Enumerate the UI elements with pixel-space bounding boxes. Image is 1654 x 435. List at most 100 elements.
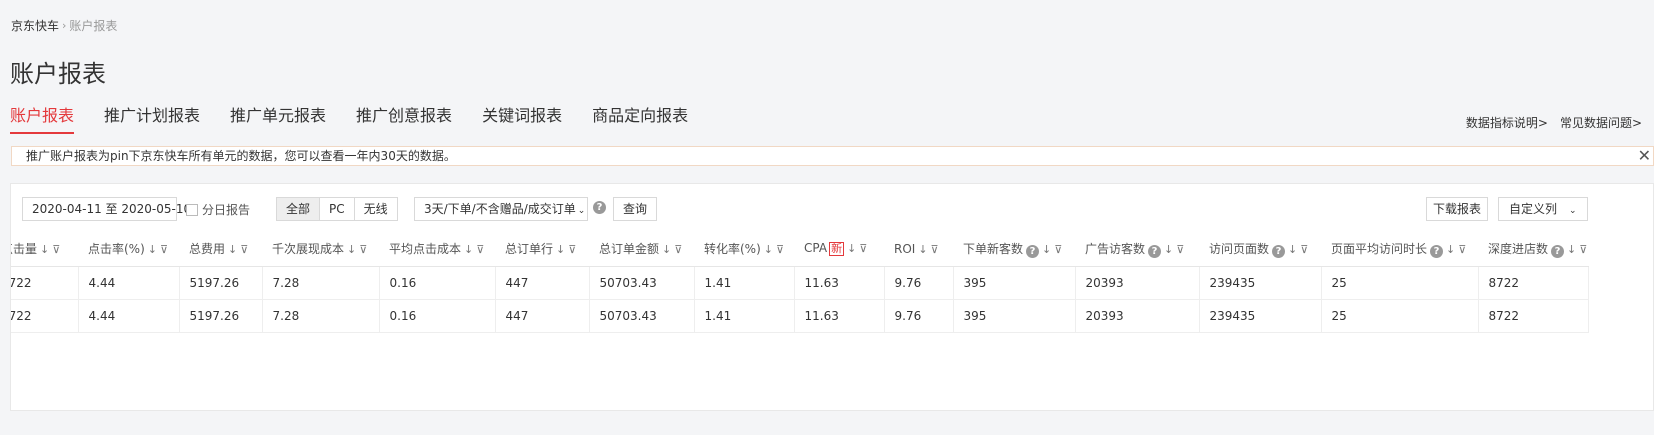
tab-keyword-report[interactable]: 关键词报表 [482,102,562,134]
sort-desc-icon[interactable]: ↓ [556,243,565,256]
table-cell: 8722 [1478,266,1589,300]
table-row: 87224.445197.267.280.1644750703.431.4111… [11,266,1589,300]
column-header[interactable]: 深度进店数? ↓ ⊽ [1478,232,1588,267]
table-cell: 4.44 [78,266,180,300]
sort-desc-icon[interactable]: ↓ [1567,243,1576,256]
query-button[interactable]: 查询 [613,197,657,221]
sort-desc-icon[interactable]: ↓ [148,243,157,256]
help-icon[interactable]: ? [1272,244,1286,258]
filter-icon[interactable]: ⊽ [1579,243,1587,256]
custom-columns-button[interactable]: 自定义列 ⌄ [1498,197,1588,221]
column-header[interactable]: 总订单行 ↓ ⊽ [495,232,589,267]
sort-desc-icon[interactable]: ↓ [1288,243,1297,256]
segment-mobile[interactable]: 无线 [354,198,397,220]
tab-product-targeting-report[interactable]: 商品定向报表 [592,102,688,134]
column-header-label: 转化率(%) [704,242,761,257]
column-header-label: 访问页面数 [1209,241,1270,256]
report-table-container[interactable]: 点击量↓⊽点击率(%)↓⊽总费用↓⊽千次展现成本↓⊽平均点击成本↓⊽总订单行↓⊽… [11,232,1654,350]
column-header[interactable]: 访问页面数? ↓ ⊽ [1199,232,1321,267]
filter-icon[interactable]: ⊽ [1458,243,1466,256]
order-type-select[interactable]: 3天/下单/不含赠品/成交订单 ⌄ [414,197,588,221]
table-cell: 447 [495,299,590,333]
table-cell: 9.76 [884,299,954,333]
report-tabs: 账户报表 推广计划报表 推广单元报表 推广创意报表 关键词报表 商品定向报表 [10,102,718,134]
sort-desc-icon[interactable]: ↓ [464,243,473,256]
filter-icon[interactable]: ⊽ [359,243,367,256]
filter-icon[interactable]: ⊽ [1176,243,1184,256]
sort-desc-icon[interactable]: ↓ [1446,243,1455,256]
help-icon[interactable]: ? [1148,244,1162,258]
filter-icon[interactable]: ⊽ [674,243,682,256]
column-header[interactable]: 转化率(%) ↓ ⊽ [694,232,794,267]
sort-desc-icon[interactable]: ↓ [764,243,773,256]
filter-icon[interactable]: ⊽ [476,243,484,256]
sort-desc-icon[interactable]: ↓ [228,243,237,256]
metrics-explanation-link[interactable]: 数据指标说明> [1466,114,1548,131]
download-report-button[interactable]: 下载报表 [1426,197,1488,221]
tab-unit-report[interactable]: 推广单元报表 [230,102,326,134]
filter-icon[interactable]: ⊽ [859,242,867,255]
sort-desc-icon[interactable]: ↓ [1042,243,1051,256]
sort-desc-icon[interactable]: ↓ [1164,243,1173,256]
date-range-picker[interactable]: 2020-04-11 至 2020-05-10 [22,197,191,221]
column-header[interactable]: 总费用 ↓ ⊽ [179,232,262,267]
tab-account-report[interactable]: 账户报表 [10,102,75,134]
sort-desc-icon[interactable]: ↓ [347,243,356,256]
daily-report-checkbox[interactable]: 分日报告 [186,201,250,218]
help-icon[interactable]: ? [1551,244,1565,258]
filter-icon[interactable]: ⊽ [160,243,168,256]
breadcrumb-home-link[interactable]: 京东快车 [11,17,59,34]
table-cell: 8722 [11,299,79,333]
chevron-down-icon: ⌄ [1569,206,1577,216]
filter-icon[interactable]: ⊽ [52,243,60,256]
column-header-label: 深度进店数 [1488,241,1549,256]
breadcrumb: 京东快车 › 账户报表 [11,17,117,34]
column-header[interactable]: ROI ↓ ⊽ [884,232,953,267]
help-icon[interactable]: ? [1430,244,1444,258]
help-icon[interactable]: ? [1026,244,1040,258]
sort-desc-icon[interactable]: ↓ [40,243,49,256]
help-icon[interactable]: ? [593,201,606,214]
sort-desc-icon[interactable]: ↓ [662,243,671,256]
filter-icon[interactable]: ⊽ [931,243,939,256]
column-header-label: 下单新客数 [963,241,1024,256]
chevron-down-icon: ⌄ [577,206,586,216]
table-cell: 7.28 [262,299,380,333]
table-cell: 25 [1321,266,1479,300]
sort-desc-icon[interactable]: ↓ [918,243,927,256]
close-icon[interactable]: ✕ [1638,147,1651,165]
column-header[interactable]: 总订单金额 ↓ ⊽ [589,232,694,267]
table-cell: 1.41 [694,299,795,333]
checkbox-box[interactable] [186,203,198,216]
help-links: 数据指标说明> 常见数据问题> [1466,114,1654,131]
faq-link[interactable]: 常见数据问题> [1560,114,1642,131]
table-cell: 25 [1321,299,1479,333]
filter-icon[interactable]: ⊽ [1300,243,1308,256]
sort-desc-icon[interactable]: ↓ [847,242,856,255]
tab-campaign-report[interactable]: 推广计划报表 [104,102,200,134]
column-header-label: CPA [804,241,828,256]
tab-creative-report[interactable]: 推广创意报表 [356,102,452,134]
filter-icon[interactable]: ⊽ [1054,243,1062,256]
notice-bar: 推广账户报表为pin下京东快车所有单元的数据，您可以查看一年内30天的数据。 ✕ [11,146,1654,166]
filter-icon[interactable]: ⊽ [240,243,248,256]
filter-icon[interactable]: ⊽ [776,243,784,256]
column-header[interactable]: 点击率(%) ↓ ⊽ [78,232,179,267]
column-header[interactable]: 平均点击成本 ↓ ⊽ [379,232,495,267]
column-header[interactable]: CPA 新 ↓ ⊽ [794,232,884,267]
segment-pc[interactable]: PC [320,198,355,220]
column-header[interactable]: 广告访客数? ↓ ⊽ [1075,232,1199,267]
segment-all[interactable]: 全部 [277,198,321,220]
column-header[interactable]: 页面平均访问时长? ↓ ⊽ [1321,232,1478,267]
filter-icon[interactable]: ⊽ [568,243,576,256]
new-badge: 新 [829,242,845,257]
table-cell: 20393 [1075,299,1200,333]
column-header[interactable]: 下单新客数? ↓ ⊽ [953,232,1075,267]
report-table: 点击量↓⊽点击率(%)↓⊽总费用↓⊽千次展现成本↓⊽平均点击成本↓⊽总订单行↓⊽… [11,232,1589,333]
column-header-label: ROI [894,241,916,256]
column-header[interactable]: 千次展现成本 ↓ ⊽ [262,232,379,267]
column-header[interactable]: 点击量↓⊽ [11,232,78,267]
custom-columns-label: 自定义列 [1509,202,1558,216]
daily-report-label: 分日报告 [202,203,251,217]
table-cell: 9.76 [884,266,954,300]
